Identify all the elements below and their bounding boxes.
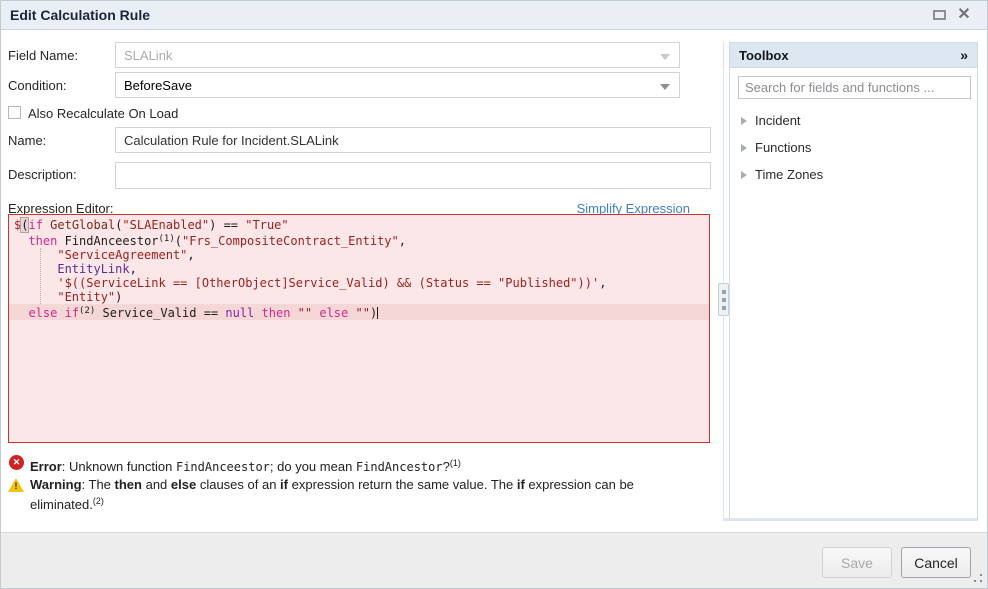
description-label: Description: xyxy=(8,167,77,182)
warning-message-text: Warning: The then and else clauses of an… xyxy=(30,477,662,513)
description-input[interactable] xyxy=(115,162,711,189)
dialog-title: Edit Calculation Rule xyxy=(10,7,150,23)
expression-code: $(if GetGlobal("SLAEnabled") == "True" t… xyxy=(9,218,709,320)
edit-calculation-rule-dialog: Edit Calculation Rule ✕ Field Name: Cond… xyxy=(0,0,988,589)
toolbox-header: Toolbox » xyxy=(730,43,977,68)
toolbox-item-incident[interactable]: Incident xyxy=(730,107,977,134)
toolbox-item-label: Time Zones xyxy=(755,167,823,182)
expression-editor[interactable]: $(if GetGlobal("SLAEnabled") == "True" t… xyxy=(8,214,710,443)
expand-arrow-icon[interactable] xyxy=(741,171,747,179)
condition-label: Condition: xyxy=(8,78,67,93)
dialog-titlebar: Edit Calculation Rule ✕ xyxy=(0,0,988,30)
condition-value: BeforeSave xyxy=(124,78,192,93)
warning-icon: ! xyxy=(8,478,24,492)
maximize-icon xyxy=(933,10,946,20)
expand-arrow-icon[interactable] xyxy=(741,144,747,152)
toolbox-title: Toolbox xyxy=(739,48,789,63)
condition-select[interactable]: BeforeSave xyxy=(115,72,680,98)
maximize-button[interactable] xyxy=(932,7,948,23)
name-input[interactable] xyxy=(115,127,711,153)
name-label: Name: xyxy=(8,133,46,148)
expand-arrow-icon[interactable] xyxy=(741,117,747,125)
dialog-footer: Save Cancel xyxy=(0,532,988,589)
recalculate-on-load-checkbox[interactable] xyxy=(8,106,21,119)
toolbox-panel: Toolbox » Incident Functions Time Zones xyxy=(729,42,978,519)
panel-splitter xyxy=(723,42,724,519)
toolbox-tree: Incident Functions Time Zones xyxy=(730,107,977,188)
toolbox-search-input[interactable] xyxy=(738,76,971,99)
toolbox-item-functions[interactable]: Functions xyxy=(730,134,977,161)
chevron-down-icon xyxy=(660,84,670,90)
collapse-panel-icon[interactable]: » xyxy=(960,43,968,68)
chevron-down-icon xyxy=(660,54,670,60)
field-name-value: SLALink xyxy=(124,48,172,63)
text-cursor xyxy=(377,307,378,319)
resize-grip[interactable] xyxy=(974,574,984,584)
error-icon: ✕ xyxy=(9,455,24,470)
splitter-drag-handle[interactable] xyxy=(718,283,729,316)
recalculate-checkbox-label: Also Recalculate On Load xyxy=(28,106,178,121)
save-button[interactable]: Save xyxy=(822,547,892,578)
error-message-text: Error: Unknown function FindAnceestor; d… xyxy=(30,455,710,475)
close-icon: ✕ xyxy=(957,6,970,23)
toolbox-panel-shadow xyxy=(723,518,978,521)
close-button[interactable]: ✕ xyxy=(956,7,972,23)
toolbox-item-label: Functions xyxy=(755,140,811,155)
field-name-label: Field Name: xyxy=(8,48,78,63)
field-name-select[interactable]: SLALink xyxy=(115,42,680,68)
toolbox-item-time-zones[interactable]: Time Zones xyxy=(730,161,977,188)
cancel-button[interactable]: Cancel xyxy=(901,547,971,578)
toolbox-item-label: Incident xyxy=(755,113,801,128)
